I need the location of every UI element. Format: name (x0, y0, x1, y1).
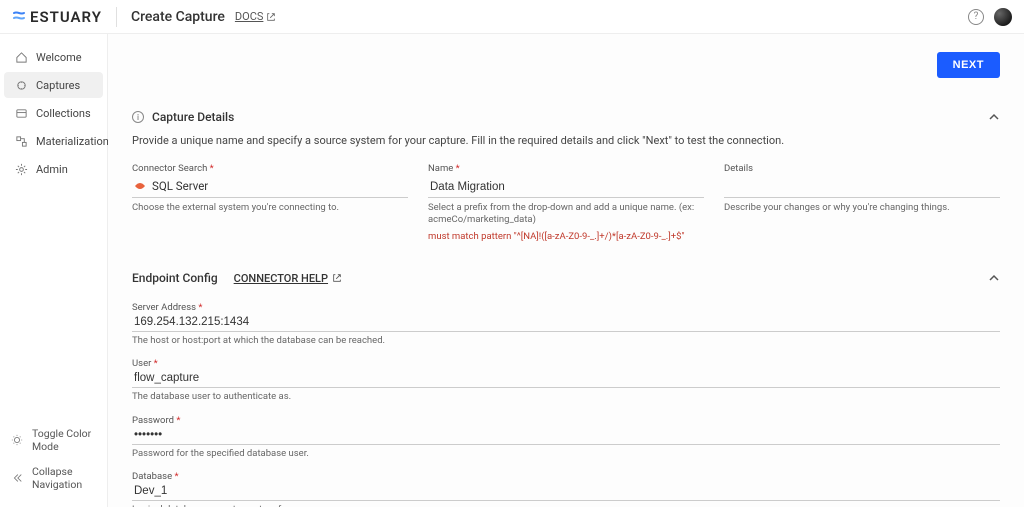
connector-search-label: Connector Search * (132, 163, 408, 174)
sidebar-item-materializations[interactable]: Materializations (4, 128, 103, 154)
database-field: Database * Logical database name to capt… (132, 468, 1000, 507)
info-icon: i (132, 111, 144, 123)
sidebar-item-welcome[interactable]: Welcome (4, 44, 103, 70)
next-button[interactable]: NEXT (937, 52, 1000, 78)
details-input[interactable] (724, 177, 1000, 198)
connector-search-field: Connector Search * SQL Server Choose the… (132, 163, 408, 243)
help-icon[interactable]: ? (968, 9, 984, 25)
password-helper: Password for the specified database user… (132, 448, 1000, 460)
sql-server-icon (134, 180, 146, 192)
connector-search-helper: Choose the external system you're connec… (132, 202, 408, 214)
details-field: Details Describe your changes or why you… (724, 163, 1000, 243)
home-icon (14, 50, 28, 64)
sun-icon (10, 433, 24, 447)
name-error: must match pattern "^[NA]!([a-zA-Z0-9-_.… (428, 231, 704, 243)
toggle-color-mode[interactable]: Toggle Color Mode (0, 421, 107, 459)
collapse-navigation[interactable]: Collapse Navigation (0, 459, 107, 497)
database-input[interactable] (132, 482, 1000, 501)
materializations-icon (14, 134, 28, 148)
password-field: Password * Password for the specified da… (132, 412, 1000, 460)
name-input[interactable] (428, 177, 704, 198)
name-label: Name * (428, 163, 704, 174)
chevron-up-icon[interactable] (988, 272, 1000, 284)
sidebar-item-label: Admin (36, 163, 68, 176)
capture-icon (14, 78, 28, 92)
server-address-helper: The host or host:port at which the datab… (132, 335, 1000, 347)
main-content: NEXT i Capture Details Provide a unique … (108, 34, 1024, 507)
chevron-up-icon[interactable] (988, 111, 1000, 123)
logo-mark-icon (12, 10, 26, 24)
name-field: Name * Select a prefix from the drop-dow… (428, 163, 704, 243)
database-label: Database * (132, 471, 179, 482)
capture-details-title: Capture Details (152, 110, 234, 124)
details-label: Details (724, 163, 1000, 174)
details-helper: Describe your changes or why you're chan… (724, 202, 1000, 214)
user-helper: The database user to authenticate as. (132, 391, 1000, 403)
external-link-icon (332, 273, 342, 283)
endpoint-config-title: Endpoint Config (132, 271, 218, 285)
docs-link[interactable]: DOCS (235, 10, 276, 23)
collapse-nav-label: Collapse Navigation (32, 465, 97, 491)
server-address-field: Server Address * The host or host:port a… (132, 299, 1000, 347)
capture-details-description: Provide a unique name and specify a sour… (132, 134, 1000, 147)
capture-details-header[interactable]: i Capture Details (132, 110, 1000, 124)
connector-search-input[interactable]: SQL Server (132, 177, 408, 198)
collections-icon (14, 106, 28, 120)
divider (116, 7, 117, 27)
server-address-input[interactable] (132, 313, 1000, 332)
connector-search-value: SQL Server (152, 179, 208, 193)
password-label: Password * (132, 415, 180, 426)
user-label: User * (132, 358, 158, 369)
sidebar-item-label: Materializations (36, 135, 115, 148)
server-address-label: Server Address * (132, 302, 202, 313)
user-field: User * The database user to authenticate… (132, 355, 1000, 403)
sidebar-item-collections[interactable]: Collections (4, 100, 103, 126)
brand-text: ESTUARY (30, 8, 102, 26)
connector-help-label: CONNECTOR HELP (234, 272, 328, 285)
page-title: Create Capture (131, 9, 225, 25)
user-input[interactable] (132, 369, 1000, 388)
logo[interactable]: ESTUARY (12, 8, 102, 26)
collapse-icon (10, 471, 24, 485)
gear-icon (14, 162, 28, 176)
endpoint-config-header[interactable]: Endpoint Config CONNECTOR HELP (132, 271, 1000, 285)
sidebar-item-label: Welcome (36, 51, 82, 64)
toggle-color-label: Toggle Color Mode (32, 427, 97, 453)
topbar: ESTUARY Create Capture DOCS ? (0, 0, 1024, 34)
password-input[interactable] (132, 426, 1000, 445)
name-helper: Select a prefix from the drop-down and a… (428, 202, 704, 227)
sidebar-item-label: Collections (36, 107, 91, 120)
sidebar-item-label: Captures (36, 79, 80, 92)
external-link-icon (266, 12, 276, 22)
sidebar-item-captures[interactable]: Captures (4, 72, 103, 98)
connector-help-link[interactable]: CONNECTOR HELP (234, 272, 342, 285)
docs-link-label: DOCS (235, 10, 263, 23)
sidebar: Welcome Captures Collections Materializa… (0, 34, 108, 507)
avatar[interactable] (994, 8, 1012, 26)
sidebar-item-admin[interactable]: Admin (4, 156, 103, 182)
